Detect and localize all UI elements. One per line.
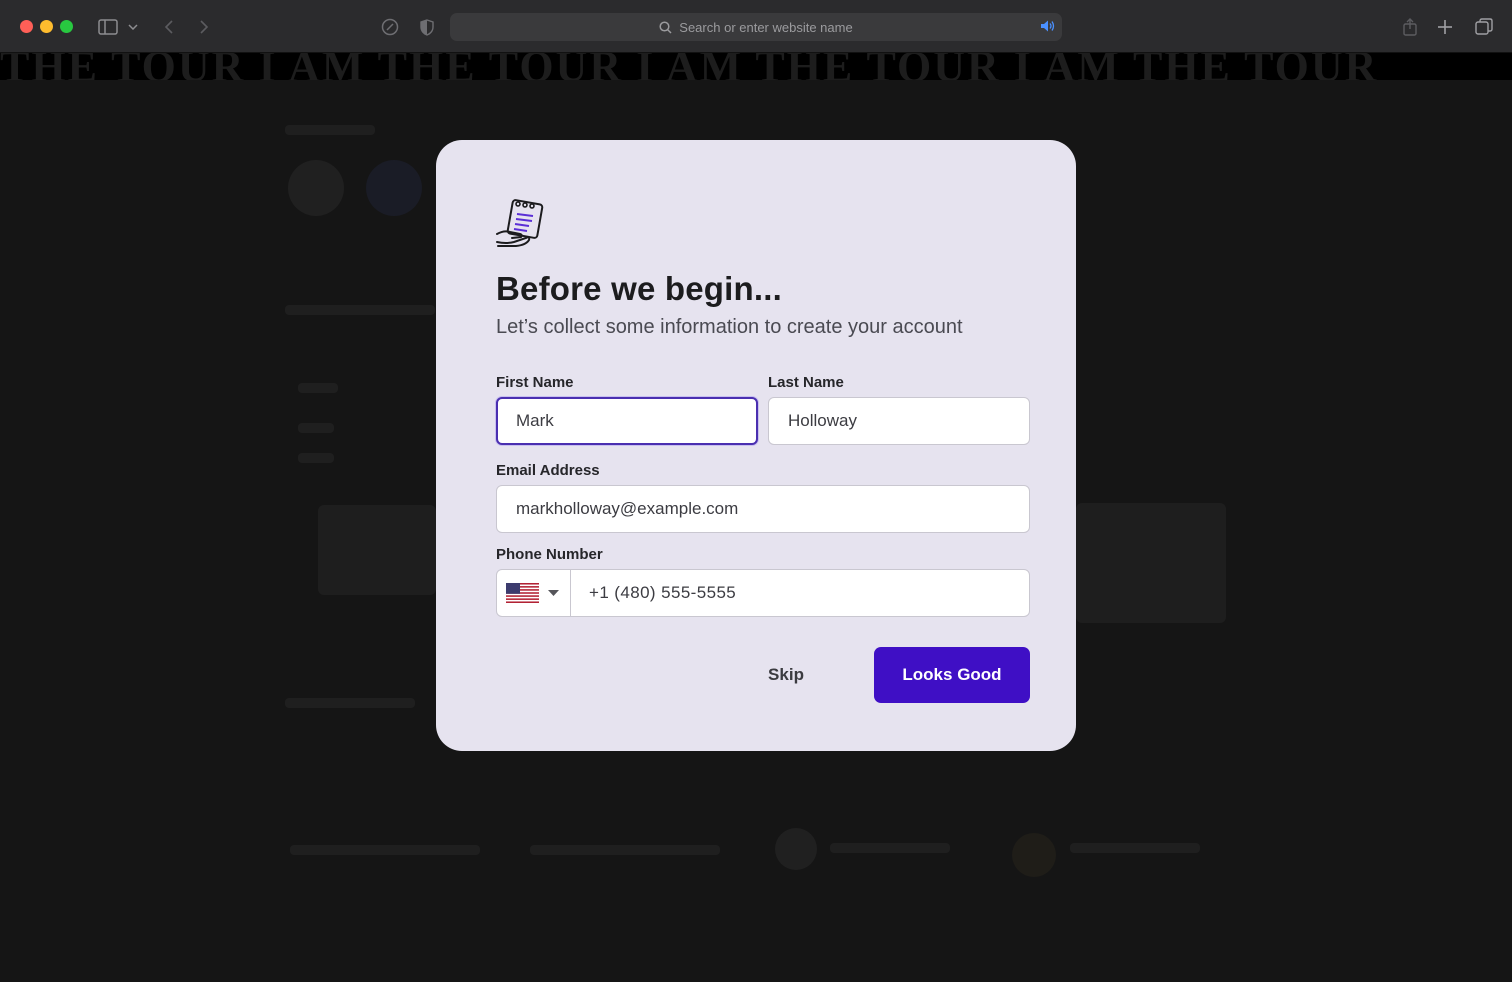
- caret-down-icon: [548, 590, 559, 596]
- background-heading: [285, 698, 415, 708]
- background-heading: [285, 125, 375, 135]
- background-avatar: [775, 828, 817, 870]
- background-text: [298, 423, 334, 433]
- background-banner: THE TOUR I AM THE TOUR I AM THE TOUR I A…: [0, 53, 1512, 80]
- back-arrow-icon[interactable]: [160, 14, 176, 40]
- background-text: [290, 845, 480, 855]
- sidebar-toggle-icon[interactable]: [96, 14, 120, 40]
- background-text: [830, 843, 950, 853]
- speaker-icon[interactable]: [1040, 19, 1056, 36]
- background-avatar: [288, 160, 344, 216]
- notepad-in-hand-icon: [496, 199, 544, 247]
- new-tab-icon[interactable]: [1435, 14, 1455, 40]
- skip-button[interactable]: Skip: [750, 647, 822, 703]
- search-icon: [659, 20, 672, 34]
- background-text: [298, 383, 338, 393]
- email-field[interactable]: markholloway@example.com: [496, 485, 1030, 533]
- phone-label: Phone Number: [496, 546, 603, 563]
- background-text: [1070, 843, 1200, 853]
- background-text: [298, 453, 334, 463]
- background-card: [318, 505, 436, 595]
- last-name-label: Last Name: [768, 374, 844, 391]
- tab-overview-icon[interactable]: [1473, 14, 1495, 40]
- country-code-select[interactable]: [497, 570, 571, 616]
- privacy-report-icon[interactable]: [379, 14, 401, 40]
- last-name-value: Holloway: [788, 411, 857, 430]
- first-name-field[interactable]: Mark: [496, 397, 758, 445]
- background-avatar: [1012, 833, 1056, 877]
- forward-arrow-icon[interactable]: [196, 14, 212, 40]
- phone-field: +1 (480) 555-5555: [496, 569, 1030, 617]
- onboarding-modal: Before we begin... Let’s collect some in…: [436, 140, 1076, 751]
- shield-icon[interactable]: [418, 14, 436, 40]
- background-card: [1076, 503, 1226, 623]
- modal-title: Before we begin...: [496, 270, 782, 307]
- background-avatar: [366, 160, 422, 216]
- browser-toolbar: Search or enter website name: [0, 0, 1512, 53]
- share-icon[interactable]: [1400, 14, 1420, 40]
- background-heading: [285, 305, 435, 315]
- chevron-down-icon[interactable]: [126, 14, 140, 40]
- email-value: markholloway@example.com: [516, 499, 739, 518]
- us-flag-icon: [506, 583, 539, 603]
- address-bar[interactable]: Search or enter website name: [450, 13, 1062, 41]
- first-name-label: First Name: [496, 374, 574, 391]
- email-label: Email Address: [496, 462, 600, 479]
- looks-good-button[interactable]: Looks Good: [874, 647, 1030, 703]
- phone-input[interactable]: +1 (480) 555-5555: [571, 570, 1029, 616]
- last-name-field[interactable]: Holloway: [768, 397, 1030, 445]
- phone-value: +1 (480) 555-5555: [589, 583, 737, 602]
- address-placeholder: Search or enter website name: [679, 19, 853, 35]
- minimize-window-button[interactable]: [40, 20, 53, 33]
- modal-subtitle: Let’s collect some information to create…: [496, 316, 963, 338]
- background-text: [530, 845, 720, 855]
- first-name-value: Mark: [516, 411, 554, 430]
- zoom-window-button[interactable]: [60, 20, 73, 33]
- close-window-button[interactable]: [20, 20, 33, 33]
